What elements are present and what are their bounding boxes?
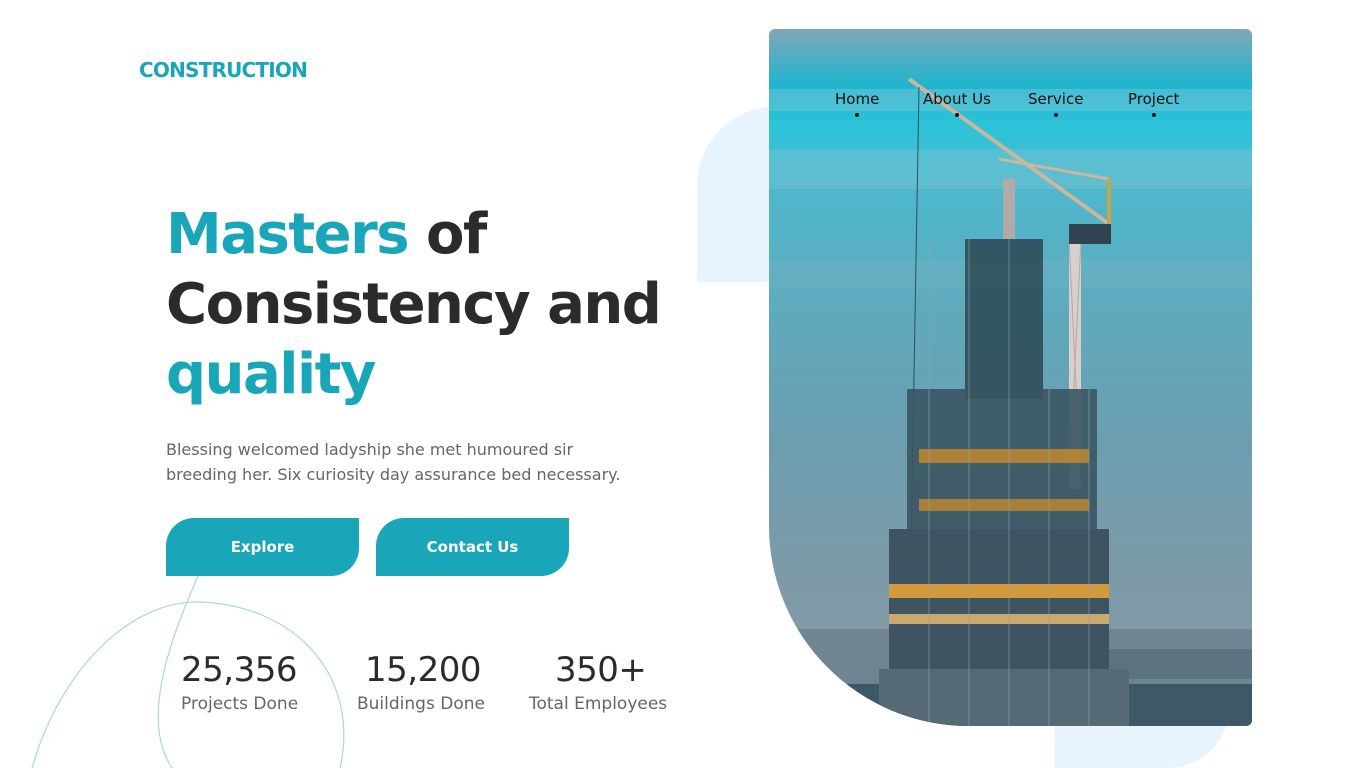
nav-dot-indicator <box>1053 113 1058 117</box>
construction-building-illustration <box>769 77 1252 726</box>
headline-text: Consistency and <box>166 272 662 337</box>
nav-label: Home <box>835 90 880 108</box>
stat-buildings-done: 15,200 Buildings Done <box>357 640 485 714</box>
contact-us-button[interactable]: Contact Us <box>376 518 569 576</box>
nav-label: Project <box>1128 90 1180 108</box>
stat-total-employees: 350+ Total Employees <box>529 640 667 714</box>
stat-value: 15,200 <box>365 650 481 690</box>
nav-label: Service <box>1028 90 1084 108</box>
nav-dot-indicator <box>954 113 959 117</box>
hero-subtitle: Blessing welcomed ladyship she met humou… <box>166 437 636 487</box>
hero-headline: Masters of Consistency and quality <box>166 200 686 410</box>
headline-accent-word: Masters <box>166 202 410 267</box>
logo[interactable]: CONSTRUCTION <box>139 58 308 82</box>
subtitle-line: breeding her. Six curiosity day assuranc… <box>166 465 621 484</box>
headline-accent-word: quality <box>166 342 376 407</box>
nav-dot-indicator <box>1151 113 1156 117</box>
stat-value: 25,356 <box>181 650 297 690</box>
subtitle-line: Blessing welcomed ladyship she met humou… <box>166 440 574 459</box>
main-nav: Home About Us Service Project <box>769 89 1252 123</box>
nav-dot-indicator <box>855 113 860 117</box>
nav-item-project[interactable]: Project <box>1128 89 1179 117</box>
headline-text: of <box>408 202 487 267</box>
nav-item-service[interactable]: Service <box>1028 89 1083 117</box>
hero-image: Home About Us Service Project <box>769 29 1252 726</box>
nav-item-home[interactable]: Home <box>835 89 879 117</box>
nav-item-about-us[interactable]: About Us <box>923 89 991 117</box>
stat-projects-done: 25,356 Projects Done <box>179 640 298 714</box>
nav-label: About Us <box>923 90 991 108</box>
decorative-curve-lines <box>31 575 345 768</box>
stat-value: 350+ <box>555 650 647 690</box>
